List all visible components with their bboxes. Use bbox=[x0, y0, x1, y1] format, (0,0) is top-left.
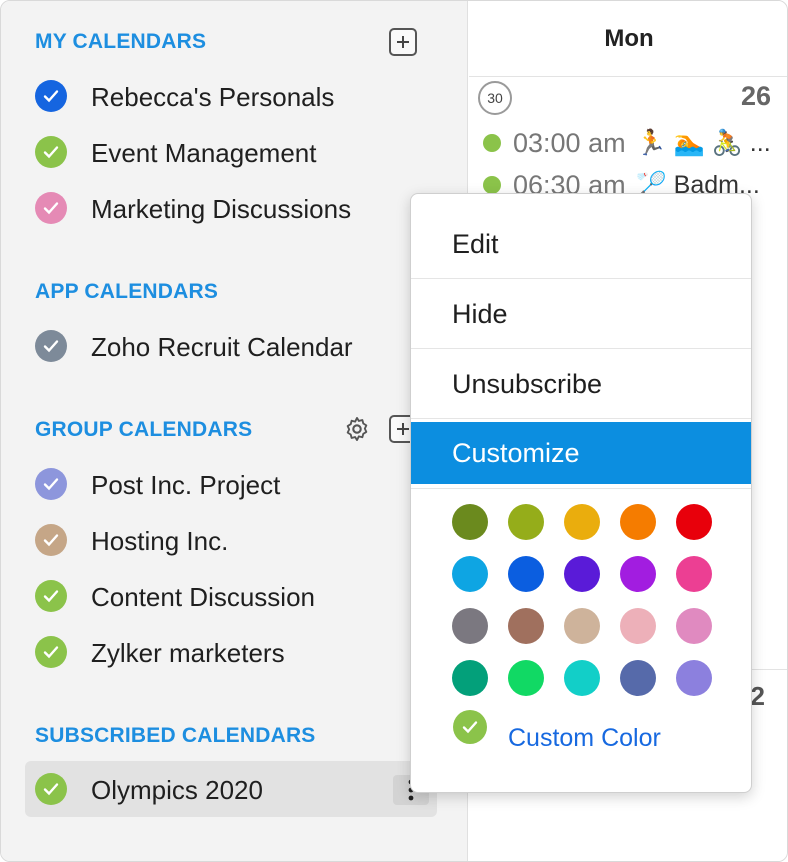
menu-divider bbox=[411, 348, 751, 349]
calendar-item-label: Rebecca's Personals bbox=[91, 82, 335, 112]
color-swatch[interactable] bbox=[452, 556, 488, 592]
calendar-sidebar: MY CALENDARS Rebecca's Personals Event M… bbox=[1, 1, 468, 861]
menu-item-unsubscribe[interactable]: Unsubscribe bbox=[411, 350, 751, 418]
color-swatch[interactable] bbox=[452, 660, 488, 696]
calendar-item-label: Content Discussion bbox=[91, 582, 315, 612]
color-swatch[interactable] bbox=[620, 504, 656, 540]
custom-color-check-icon[interactable] bbox=[453, 710, 487, 744]
calendar-item-hosting-inc[interactable]: Hosting Inc. bbox=[25, 512, 437, 568]
calendar-window: MY CALENDARS Rebecca's Personals Event M… bbox=[0, 0, 788, 862]
custom-color-link[interactable]: Custom Color bbox=[508, 724, 661, 753]
app-calendars-heading: APP CALENDARS bbox=[35, 280, 219, 303]
check-icon[interactable] bbox=[35, 580, 67, 612]
calendar-item-label: Zylker marketers bbox=[91, 638, 285, 668]
check-icon[interactable] bbox=[35, 330, 67, 362]
check-icon[interactable] bbox=[35, 136, 67, 168]
day-header-mon: Mon bbox=[469, 1, 787, 77]
check-icon[interactable] bbox=[35, 80, 67, 112]
color-swatch[interactable] bbox=[620, 660, 656, 696]
calendar-context-menu: Edit Hide Unsubscribe Customize Custom C… bbox=[410, 193, 752, 793]
menu-divider bbox=[411, 278, 751, 279]
event-item[interactable]: 03:00 am 🏃 🏊 🚴 ... bbox=[483, 125, 783, 161]
calendar-item-post-inc-project[interactable]: Post Inc. Project bbox=[25, 456, 437, 512]
color-swatch[interactable] bbox=[564, 556, 600, 592]
check-icon[interactable] bbox=[35, 636, 67, 668]
color-swatch[interactable] bbox=[452, 608, 488, 644]
menu-divider bbox=[411, 488, 751, 489]
gear-icon[interactable] bbox=[343, 415, 371, 443]
menu-item-edit[interactable]: Edit bbox=[411, 210, 751, 278]
event-title: 🏃 🏊 🚴 ... bbox=[635, 128, 771, 157]
color-swatch[interactable] bbox=[676, 556, 712, 592]
menu-item-customize[interactable]: Customize bbox=[411, 422, 751, 484]
check-icon[interactable] bbox=[35, 468, 67, 500]
calendar-item-event-management[interactable]: Event Management bbox=[25, 124, 437, 180]
calendar-item-label: Zoho Recruit Calendar bbox=[91, 332, 353, 362]
check-icon[interactable] bbox=[35, 773, 67, 805]
calendar-item-marketing-discussions[interactable]: Marketing Discussions bbox=[25, 180, 437, 236]
calendar-item-label: Post Inc. Project bbox=[91, 470, 281, 500]
calendar-item-label: Olympics 2020 bbox=[91, 775, 263, 805]
event-dot bbox=[483, 176, 501, 194]
calendar-item-olympics-2020[interactable]: Olympics 2020 bbox=[25, 761, 437, 817]
calendar-item-label: Event Management bbox=[91, 138, 317, 168]
color-swatch[interactable] bbox=[564, 660, 600, 696]
calendar-item-content-discussion[interactable]: Content Discussion bbox=[25, 568, 437, 624]
group-calendars-heading: GROUP CALENDARS bbox=[35, 418, 253, 441]
plus-icon bbox=[397, 423, 409, 435]
color-swatch[interactable] bbox=[564, 608, 600, 644]
check-icon[interactable] bbox=[35, 192, 67, 224]
add-my-calendar-button[interactable] bbox=[389, 28, 417, 56]
calendar-item-rebeccas-personals[interactable]: Rebecca's Personals bbox=[25, 68, 437, 124]
color-swatch[interactable] bbox=[676, 608, 712, 644]
color-swatch[interactable] bbox=[676, 660, 712, 696]
menu-divider bbox=[411, 418, 751, 419]
event-time: 03:00 am bbox=[513, 127, 626, 158]
day-number[interactable]: 26 bbox=[741, 81, 771, 112]
color-swatch[interactable] bbox=[508, 608, 544, 644]
color-swatch[interactable] bbox=[508, 504, 544, 540]
color-swatch[interactable] bbox=[620, 556, 656, 592]
day-number-next[interactable]: 2 bbox=[751, 681, 765, 712]
color-swatch[interactable] bbox=[620, 608, 656, 644]
calendar-item-zylker-marketers[interactable]: Zylker marketers bbox=[25, 624, 437, 680]
calendar-item-zoho-recruit[interactable]: Zoho Recruit Calendar bbox=[25, 318, 437, 374]
check-icon[interactable] bbox=[35, 524, 67, 556]
week-number-badge[interactable]: 30 bbox=[478, 81, 512, 115]
calendar-item-label: Marketing Discussions bbox=[91, 194, 352, 224]
plus-icon bbox=[397, 36, 409, 48]
subscribed-calendars-heading: SUBSCRIBED CALENDARS bbox=[35, 724, 316, 747]
event-dot bbox=[483, 134, 501, 152]
color-swatch[interactable] bbox=[564, 504, 600, 540]
color-swatch[interactable] bbox=[676, 504, 712, 540]
menu-item-hide[interactable]: Hide bbox=[411, 280, 751, 348]
my-calendars-heading: MY CALENDARS bbox=[35, 30, 207, 53]
color-swatch[interactable] bbox=[508, 556, 544, 592]
calendar-item-label: Hosting Inc. bbox=[91, 526, 229, 556]
color-swatch[interactable] bbox=[508, 660, 544, 696]
color-swatch[interactable] bbox=[452, 504, 488, 540]
